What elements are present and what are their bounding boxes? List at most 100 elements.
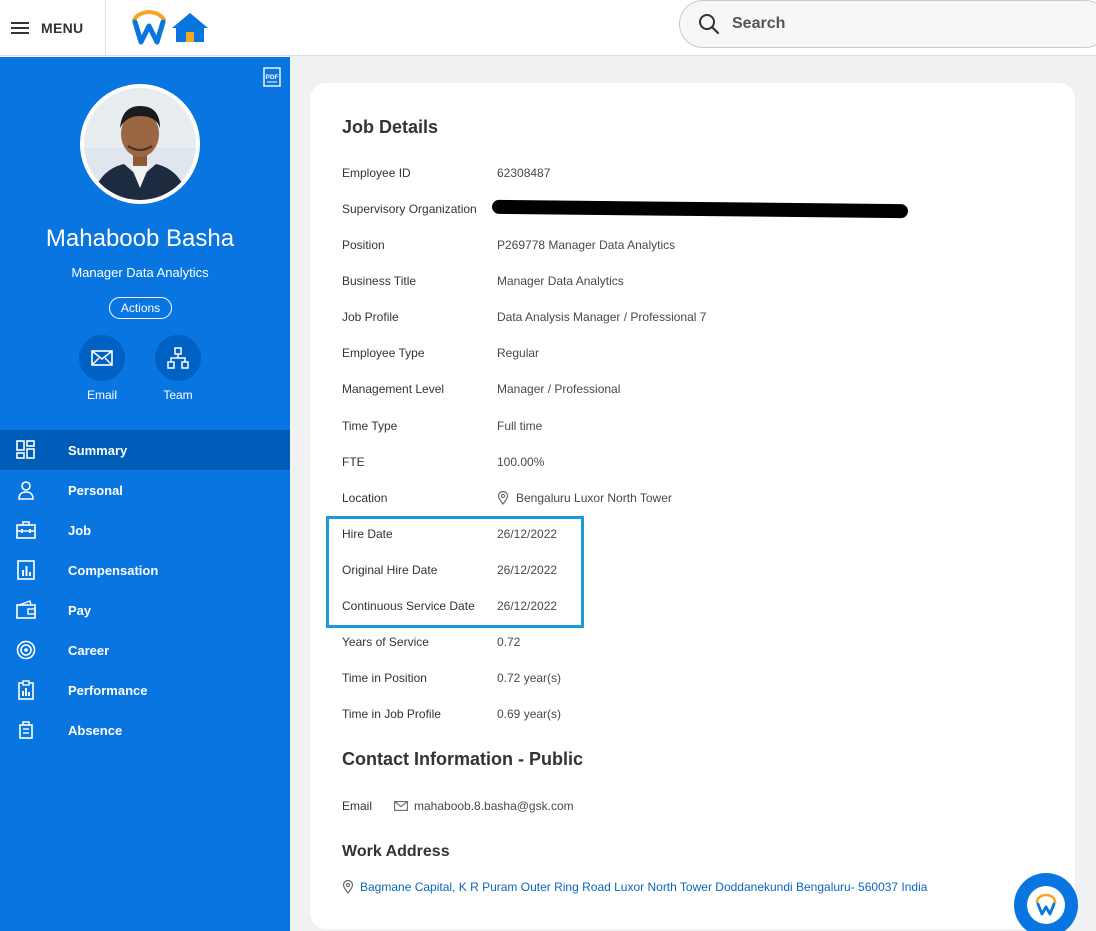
sidebar-item-label: Job <box>68 522 92 538</box>
work-address-title: Work Address <box>342 843 450 860</box>
sidebar-item-personal[interactable]: Personal <box>0 470 290 510</box>
detail-row-employee-id: Employee ID 62308487 <box>342 163 550 183</box>
detail-row-business-title: Business Title Manager Data Analytics <box>342 271 624 291</box>
org-chart-icon <box>167 347 189 369</box>
sidebar-item-job[interactable]: Job <box>0 510 290 550</box>
envelope-icon <box>91 350 113 366</box>
detail-value: 0.72 year(s) <box>497 671 562 685</box>
sidebar-item-label: Career <box>68 642 110 658</box>
workday-assistant-icon <box>1035 894 1057 916</box>
detail-label: Position <box>342 238 385 252</box>
sidebar-item-pay[interactable]: Pay <box>0 590 290 630</box>
avatar[interactable] <box>80 84 200 204</box>
detail-value: Manager Data Analytics <box>497 274 624 288</box>
detail-label: Time in Position <box>342 671 427 685</box>
pdf-icon[interactable]: PDF <box>262 67 282 87</box>
sidebar-item-summary[interactable]: Summary <box>0 430 290 470</box>
search-input[interactable]: Search <box>679 0 1096 48</box>
detail-row-years-of-service: Years of Service 0.72 <box>342 632 520 652</box>
detail-row-fte: FTE 100.00% <box>342 452 544 472</box>
employee-title: Manager Data Analytics <box>71 265 209 280</box>
contact-email-row: Email mahaboob.8.basha@gsk.com <box>342 796 574 816</box>
detail-row-time-type: Time Type Full time <box>342 416 542 436</box>
detail-row-location: Location Bengaluru Luxor North Tower <box>342 488 672 508</box>
assistant-button[interactable] <box>1014 873 1078 931</box>
dashboard-icon <box>16 440 36 460</box>
target-icon <box>16 640 36 660</box>
contact-information-title: Contact Information - Public <box>342 749 583 769</box>
detail-label: Years of Service <box>342 635 429 649</box>
detail-value: Manager / Professional <box>497 382 621 396</box>
employee-name: Mahaboob Basha <box>45 225 235 252</box>
location-link[interactable]: Bengaluru Luxor North Tower <box>516 491 672 505</box>
detail-row-employee-type: Employee Type Regular <box>342 343 539 363</box>
sidebar-item-absence[interactable]: Absence <box>0 710 290 750</box>
job-details-title: Job Details <box>342 117 439 137</box>
detail-value: 100.00% <box>497 455 545 469</box>
detail-row-time-in-position: Time in Position 0.72 year(s) <box>342 668 561 688</box>
detail-value: Regular <box>497 346 540 360</box>
envelope-icon <box>394 801 408 811</box>
wallet-icon <box>16 600 36 620</box>
email-quick-action-circle[interactable] <box>79 335 125 381</box>
location-pin-icon <box>342 880 354 894</box>
sidebar-item-label: Performance <box>68 682 148 698</box>
location-pin-icon <box>497 491 509 505</box>
profile-photo <box>84 88 196 200</box>
detail-label: Management Level <box>342 382 445 396</box>
detail-value: 62308487 <box>497 166 551 180</box>
actions-button[interactable]: Actions <box>109 297 172 319</box>
sidebar-item-career[interactable]: Career <box>0 630 290 670</box>
menu-label: MENU <box>41 20 84 36</box>
sidebar-item-label: Summary <box>68 442 128 458</box>
detail-label: Employee ID <box>342 166 411 180</box>
team-quick-action-circle[interactable] <box>155 335 201 381</box>
detail-row-position: Position P269778 Manager Data Analytics <box>342 235 675 255</box>
detail-label: Location <box>342 491 388 505</box>
detail-value: P269778 Manager Data Analytics <box>497 238 676 252</box>
detail-label: Supervisory Organization <box>342 202 477 216</box>
detail-value: 0.72 <box>497 635 521 649</box>
detail-label: Email <box>342 799 373 813</box>
sidebar-item-label: Personal <box>68 482 123 498</box>
detail-label: FTE <box>342 455 365 469</box>
menu-button[interactable]: MENU <box>0 0 106 56</box>
email-quick-action-label: Email <box>86 388 117 402</box>
team-quick-action-label: Team <box>163 388 193 402</box>
detail-row-time-in-job-profile: Time in Job Profile 0.69 year(s) <box>342 704 561 724</box>
sidebar-item-label: Absence <box>68 722 123 738</box>
team-quick-action[interactable]: Team <box>148 335 208 402</box>
bar-chart-icon <box>16 560 36 580</box>
detail-value: Data Analysis Manager / Professional 7 <box>497 310 707 324</box>
sidebar-item-label: Pay <box>68 602 92 618</box>
search-placeholder: Search <box>732 15 786 32</box>
detail-label: Business Title <box>342 274 417 288</box>
detail-value: Full time <box>497 419 543 433</box>
luggage-icon <box>16 720 36 740</box>
svg-text:PDF: PDF <box>266 74 279 81</box>
sidebar-item-label: Compensation <box>68 562 159 578</box>
detail-label: Employee Type <box>342 346 425 360</box>
hamburger-icon <box>11 22 29 34</box>
worker-sidebar: PDF Mahaboob Basha Manager Data Analytic… <box>0 57 290 931</box>
email-link[interactable]: mahaboob.8.basha@gsk.com <box>414 799 574 813</box>
detail-row-job-profile: Job Profile Data Analysis Manager / Prof… <box>342 307 706 327</box>
sidebar-item-performance[interactable]: Performance <box>0 670 290 710</box>
top-bar: MENU Search <box>0 0 1096 56</box>
sidebar-nav: Summary Personal Job Compensation Pay Ca… <box>0 430 290 750</box>
assistant-button-inner <box>1027 886 1065 924</box>
person-icon <box>16 480 36 500</box>
detail-value: 0.69 year(s) <box>497 707 562 721</box>
highlight-box <box>326 516 584 628</box>
sidebar-item-compensation[interactable]: Compensation <box>0 550 290 590</box>
detail-row-supervisory-organization: Supervisory Organization <box>342 199 497 219</box>
clipboard-icon <box>16 680 36 700</box>
work-address-link[interactable]: Bagmane Capital, K R Puram Outer Ring Ro… <box>360 880 927 894</box>
detail-label: Job Profile <box>342 310 399 324</box>
search-icon <box>699 14 720 35</box>
briefcase-icon <box>16 520 36 540</box>
detail-label: Time Type <box>342 419 398 433</box>
workday-home-logo[interactable] <box>130 6 210 46</box>
email-quick-action[interactable]: Email <box>72 335 132 402</box>
work-address-row: Bagmane Capital, K R Puram Outer Ring Ro… <box>342 880 927 894</box>
